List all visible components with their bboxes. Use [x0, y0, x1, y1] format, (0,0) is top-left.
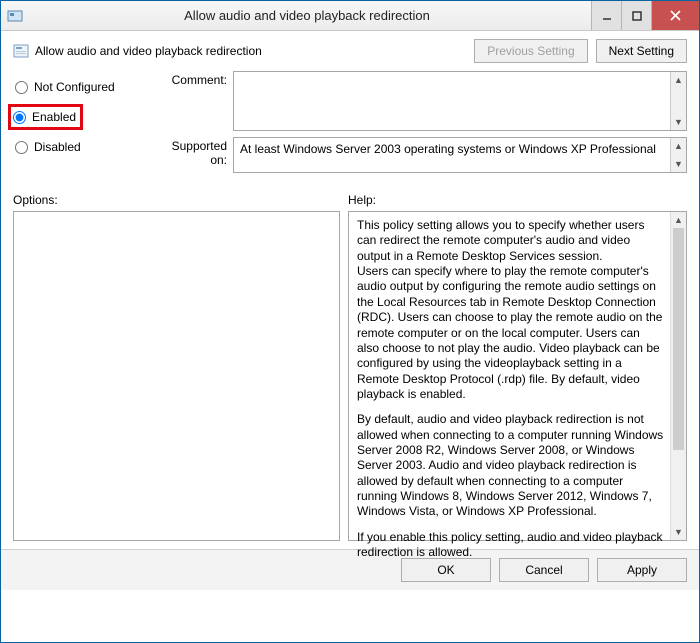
help-panel: This policy setting allows you to specif… — [348, 211, 687, 541]
radio-not-configured-input[interactable] — [15, 81, 28, 94]
radio-enabled-input[interactable] — [13, 111, 26, 124]
radio-disabled[interactable]: Disabled — [13, 137, 158, 157]
previous-setting-button[interactable]: Previous Setting — [474, 39, 587, 63]
radio-not-configured[interactable]: Not Configured — [13, 77, 158, 97]
comment-scrollbar[interactable]: ▲ ▼ — [670, 72, 686, 130]
gpo-icon — [7, 8, 23, 24]
scroll-down-icon[interactable]: ▼ — [671, 524, 686, 540]
help-scrollbar[interactable]: ▲ ▼ — [670, 212, 686, 540]
supported-scrollbar[interactable]: ▲ ▼ — [670, 138, 686, 172]
scroll-up-icon[interactable]: ▲ — [671, 212, 686, 228]
comment-textarea[interactable]: ▲ ▼ — [233, 71, 687, 131]
radio-enabled[interactable]: Enabled — [11, 107, 76, 127]
titlebar: Allow audio and video playback redirecti… — [1, 1, 699, 31]
scroll-down-icon[interactable]: ▼ — [671, 114, 686, 130]
policy-name: Allow audio and video playback redirecti… — [35, 44, 262, 58]
supported-on-box: At least Windows Server 2003 operating s… — [233, 137, 687, 173]
state-radios: Not Configured Enabled Disabled — [13, 71, 158, 167]
help-text: This policy setting allows you to specif… — [349, 212, 686, 567]
radio-disabled-input[interactable] — [15, 141, 28, 154]
scroll-up-icon[interactable]: ▲ — [671, 72, 686, 88]
scroll-up-icon[interactable]: ▲ — [671, 138, 686, 154]
maximize-button[interactable] — [621, 1, 651, 30]
window-title: Allow audio and video playback redirecti… — [23, 8, 591, 23]
help-label: Help: — [348, 193, 376, 207]
options-label: Options: — [13, 193, 348, 207]
window-controls — [591, 1, 699, 30]
close-button[interactable] — [651, 1, 699, 30]
scroll-down-icon[interactable]: ▼ — [671, 156, 686, 172]
minimize-button[interactable] — [591, 1, 621, 30]
supported-on-text: At least Windows Server 2003 operating s… — [240, 142, 656, 156]
supported-label: Supported on: — [158, 137, 233, 167]
policy-icon — [13, 43, 29, 59]
scrollbar-thumb[interactable] — [673, 228, 684, 450]
comment-label: Comment: — [158, 71, 233, 87]
next-setting-button[interactable]: Next Setting — [596, 39, 687, 63]
options-panel — [13, 211, 340, 541]
